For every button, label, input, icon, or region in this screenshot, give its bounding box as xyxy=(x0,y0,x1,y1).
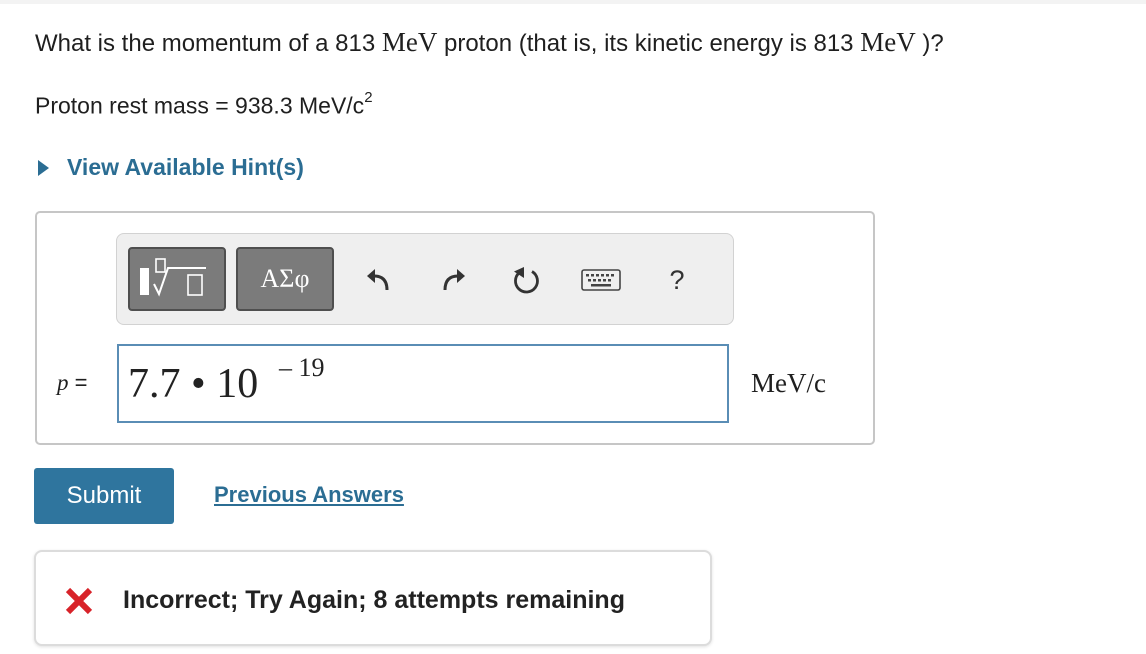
submit-button[interactable]: Submit xyxy=(34,468,174,524)
caret-right-icon xyxy=(38,159,49,176)
redo-icon xyxy=(443,269,465,291)
question-part-1: What is the momentum of a 813 xyxy=(35,30,382,57)
answer-panel: ΑΣφ ? p = 7.7 • 10 – 19 MeV/c xyxy=(35,211,875,445)
view-hints-label: View Available Hint(s) xyxy=(67,154,304,180)
keyboard-icon xyxy=(581,269,621,291)
view-hints-toggle[interactable]: View Available Hint(s) xyxy=(38,154,304,181)
variable-symbol: p xyxy=(57,370,69,395)
given-text: Proton rest mass = 938.3 MeV/c xyxy=(35,92,365,119)
undo-button[interactable] xyxy=(358,260,398,300)
question-text: What is the momentum of a 813 MeV proton… xyxy=(35,27,944,58)
help-icon: ? xyxy=(669,264,685,295)
question-unit-1: MeV xyxy=(381,27,438,57)
given-rest-mass: Proton rest mass = 938.3 MeV/c2 xyxy=(35,89,373,120)
templates-button[interactable] xyxy=(128,247,226,311)
undo-icon xyxy=(367,269,389,291)
feedback-message: Incorrect; Try Again; 8 attempts remaini… xyxy=(123,586,625,614)
templates-icon xyxy=(140,258,206,297)
answer-exponent: – 19 xyxy=(279,353,325,382)
answer-value: 7.7 • 10 xyxy=(128,361,259,407)
previous-answers-link[interactable]: Previous Answers xyxy=(214,482,404,508)
answer-units: MeV/c xyxy=(751,368,826,398)
greek-letters-button[interactable]: ΑΣφ xyxy=(236,247,334,311)
math-toolbar: ΑΣφ ? xyxy=(116,233,734,325)
help-button[interactable]: ? xyxy=(657,260,697,300)
reset-button[interactable] xyxy=(507,260,547,300)
top-border xyxy=(0,0,1146,4)
question-unit-2: MeV xyxy=(860,27,916,57)
redo-button[interactable] xyxy=(434,260,474,300)
keyboard-button[interactable] xyxy=(581,260,621,300)
question-part-3: )? xyxy=(915,30,944,57)
incorrect-x-icon xyxy=(65,587,93,615)
question-part-2: proton (that is, its kinetic energy is 8… xyxy=(437,30,861,57)
given-superscript: 2 xyxy=(364,89,373,106)
greek-letters-icon: ΑΣφ xyxy=(260,264,310,293)
answer-input[interactable]: 7.7 • 10 – 19 xyxy=(117,344,729,423)
reset-icon xyxy=(514,267,539,294)
equals-sign: = xyxy=(68,370,88,395)
feedback-box: Incorrect; Try Again; 8 attempts remaini… xyxy=(34,550,712,646)
answer-variable-label: p = xyxy=(57,370,87,396)
